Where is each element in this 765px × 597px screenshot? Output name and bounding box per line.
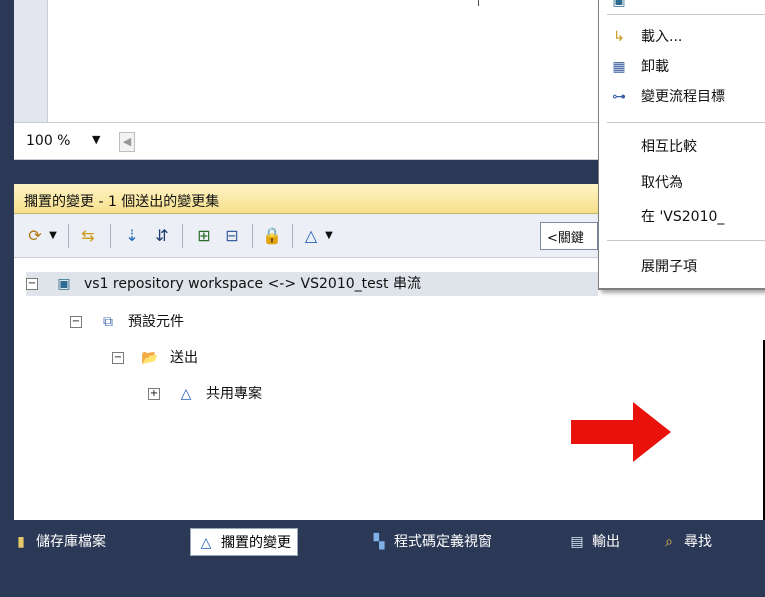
red-arrow-icon	[571, 402, 671, 462]
panel-title: 擱置的變更 - 1 個送出的變更集	[14, 184, 598, 214]
context-menu: ▣ ↳ 載入... ▦ 卸載 ⊶ 變更流程目標 相互比較 取代為 在 'VS20…	[598, 0, 765, 290]
collapse-toggle-icon[interactable]: −	[112, 352, 124, 364]
window-left-edge	[0, 0, 14, 597]
tab-pending-changes[interactable]: △ 擱置的變更	[190, 528, 298, 556]
folder-out-icon: 📂	[141, 350, 159, 366]
tree-node-label: 送出	[170, 350, 198, 366]
add-icon[interactable]: ⊞	[192, 224, 216, 248]
delta-icon: △	[180, 386, 192, 402]
bottom-tab-bar: ▮ 儲存庫檔案 △ 擱置的變更 ▚ 程式碼定義視窗 ▤ 輸出 ⌕ 尋找	[0, 520, 765, 562]
tab-find[interactable]: ⌕ 尋找	[660, 528, 712, 556]
code-def-icon: ▚	[373, 534, 385, 550]
tab-output[interactable]: ▤ 輸出	[568, 528, 620, 556]
tree-node-label: 共用專案	[206, 386, 262, 402]
menu-item-compare[interactable]: 相互比較	[599, 132, 765, 162]
editor-gutter	[14, 0, 48, 122]
tree-node-label: 預設元件	[128, 314, 184, 330]
tree-node-label: vs1 repository workspace <-> VS2010_test…	[84, 276, 421, 292]
collapse-icon[interactable]: ⊟	[220, 224, 244, 248]
menu-separator	[607, 14, 765, 15]
delta-icon: △	[200, 535, 212, 551]
collapse-toggle-icon[interactable]: −	[70, 316, 82, 328]
refresh-dropdown-icon[interactable]: ▼	[46, 224, 60, 248]
toolbar-separator	[182, 224, 183, 248]
search-icon: ⌕	[665, 534, 673, 550]
toolbar-separator	[252, 224, 253, 248]
toolbar-separator	[110, 224, 111, 248]
delta-dropdown-icon[interactable]: ▼	[322, 224, 336, 248]
pending-changes-tree: − ▣ vs1 repository workspace <-> VS2010_te…	[14, 258, 598, 520]
load-icon: ↳	[613, 29, 625, 45]
zoom-level[interactable]: 100 %	[26, 133, 70, 149]
repo-files-icon: ▮	[17, 534, 25, 550]
lock-icon[interactable]: 🔒	[260, 224, 284, 248]
collapse-toggle-icon[interactable]: −	[26, 278, 38, 290]
scroll-left-icon[interactable]: ◀	[119, 132, 135, 152]
flow-target-icon: ⊶	[612, 89, 626, 105]
expand-toggle-icon[interactable]: +	[148, 388, 160, 400]
menu-item-replace-with[interactable]: 取代為	[599, 168, 765, 198]
flow-icon[interactable]: ⇵	[150, 224, 174, 248]
zoom-dropdown-icon[interactable]: ▼	[92, 133, 100, 146]
menu-item-expand-children[interactable]: 展開子項	[599, 252, 765, 282]
output-icon: ▤	[570, 534, 584, 550]
panel-separator	[14, 160, 598, 184]
filter-input[interactable]: <關鍵	[540, 222, 598, 250]
tree-node-project[interactable]: + △ 共用專案	[148, 382, 262, 406]
tab-repository-files[interactable]: ▮ 儲存庫檔案	[12, 528, 106, 556]
tree-node-workspace[interactable]: − ▣ vs1 repository workspace <-> VS2010_te…	[26, 272, 598, 296]
tree-node-outgoing[interactable]: − 📂 送出	[112, 346, 198, 370]
menu-item-unload[interactable]: ▦ 卸載	[599, 52, 765, 82]
delta-icon[interactable]: △	[300, 224, 322, 248]
menu-item-load[interactable]: ↳ 載入...	[599, 22, 765, 52]
editor-surface[interactable]	[48, 0, 598, 122]
editor-status-bar	[14, 122, 598, 160]
unload-icon: ▦	[612, 59, 626, 75]
tab-code-definition[interactable]: ▚ 程式碼定義視窗	[370, 528, 492, 556]
menu-separator	[607, 122, 765, 123]
toolbar-separator	[292, 224, 293, 248]
menu-item-change-flow-target[interactable]: ⊶ 變更流程目標	[599, 82, 765, 112]
workspace-icon: ▣	[57, 276, 71, 292]
refresh-icon[interactable]: ⟳	[24, 224, 46, 248]
toolbar-separator	[68, 224, 69, 248]
menu-separator	[607, 240, 765, 241]
tree-node-component[interactable]: − ⧉ 預設元件	[70, 310, 184, 334]
status-bar	[0, 562, 765, 597]
accept-icon[interactable]: ⇣	[120, 224, 144, 248]
editor-caret	[478, 0, 479, 6]
swap-icon[interactable]: ⇆	[76, 224, 100, 248]
component-icon: ⧉	[103, 314, 113, 330]
menu-item-in-stream[interactable]: 在 'VS2010_	[599, 202, 765, 232]
pending-changes-toolbar: ⟳ ▼ ⇆ ⇣ ⇵ ⊞ ⊟ 🔒 △ ▼	[14, 214, 598, 258]
